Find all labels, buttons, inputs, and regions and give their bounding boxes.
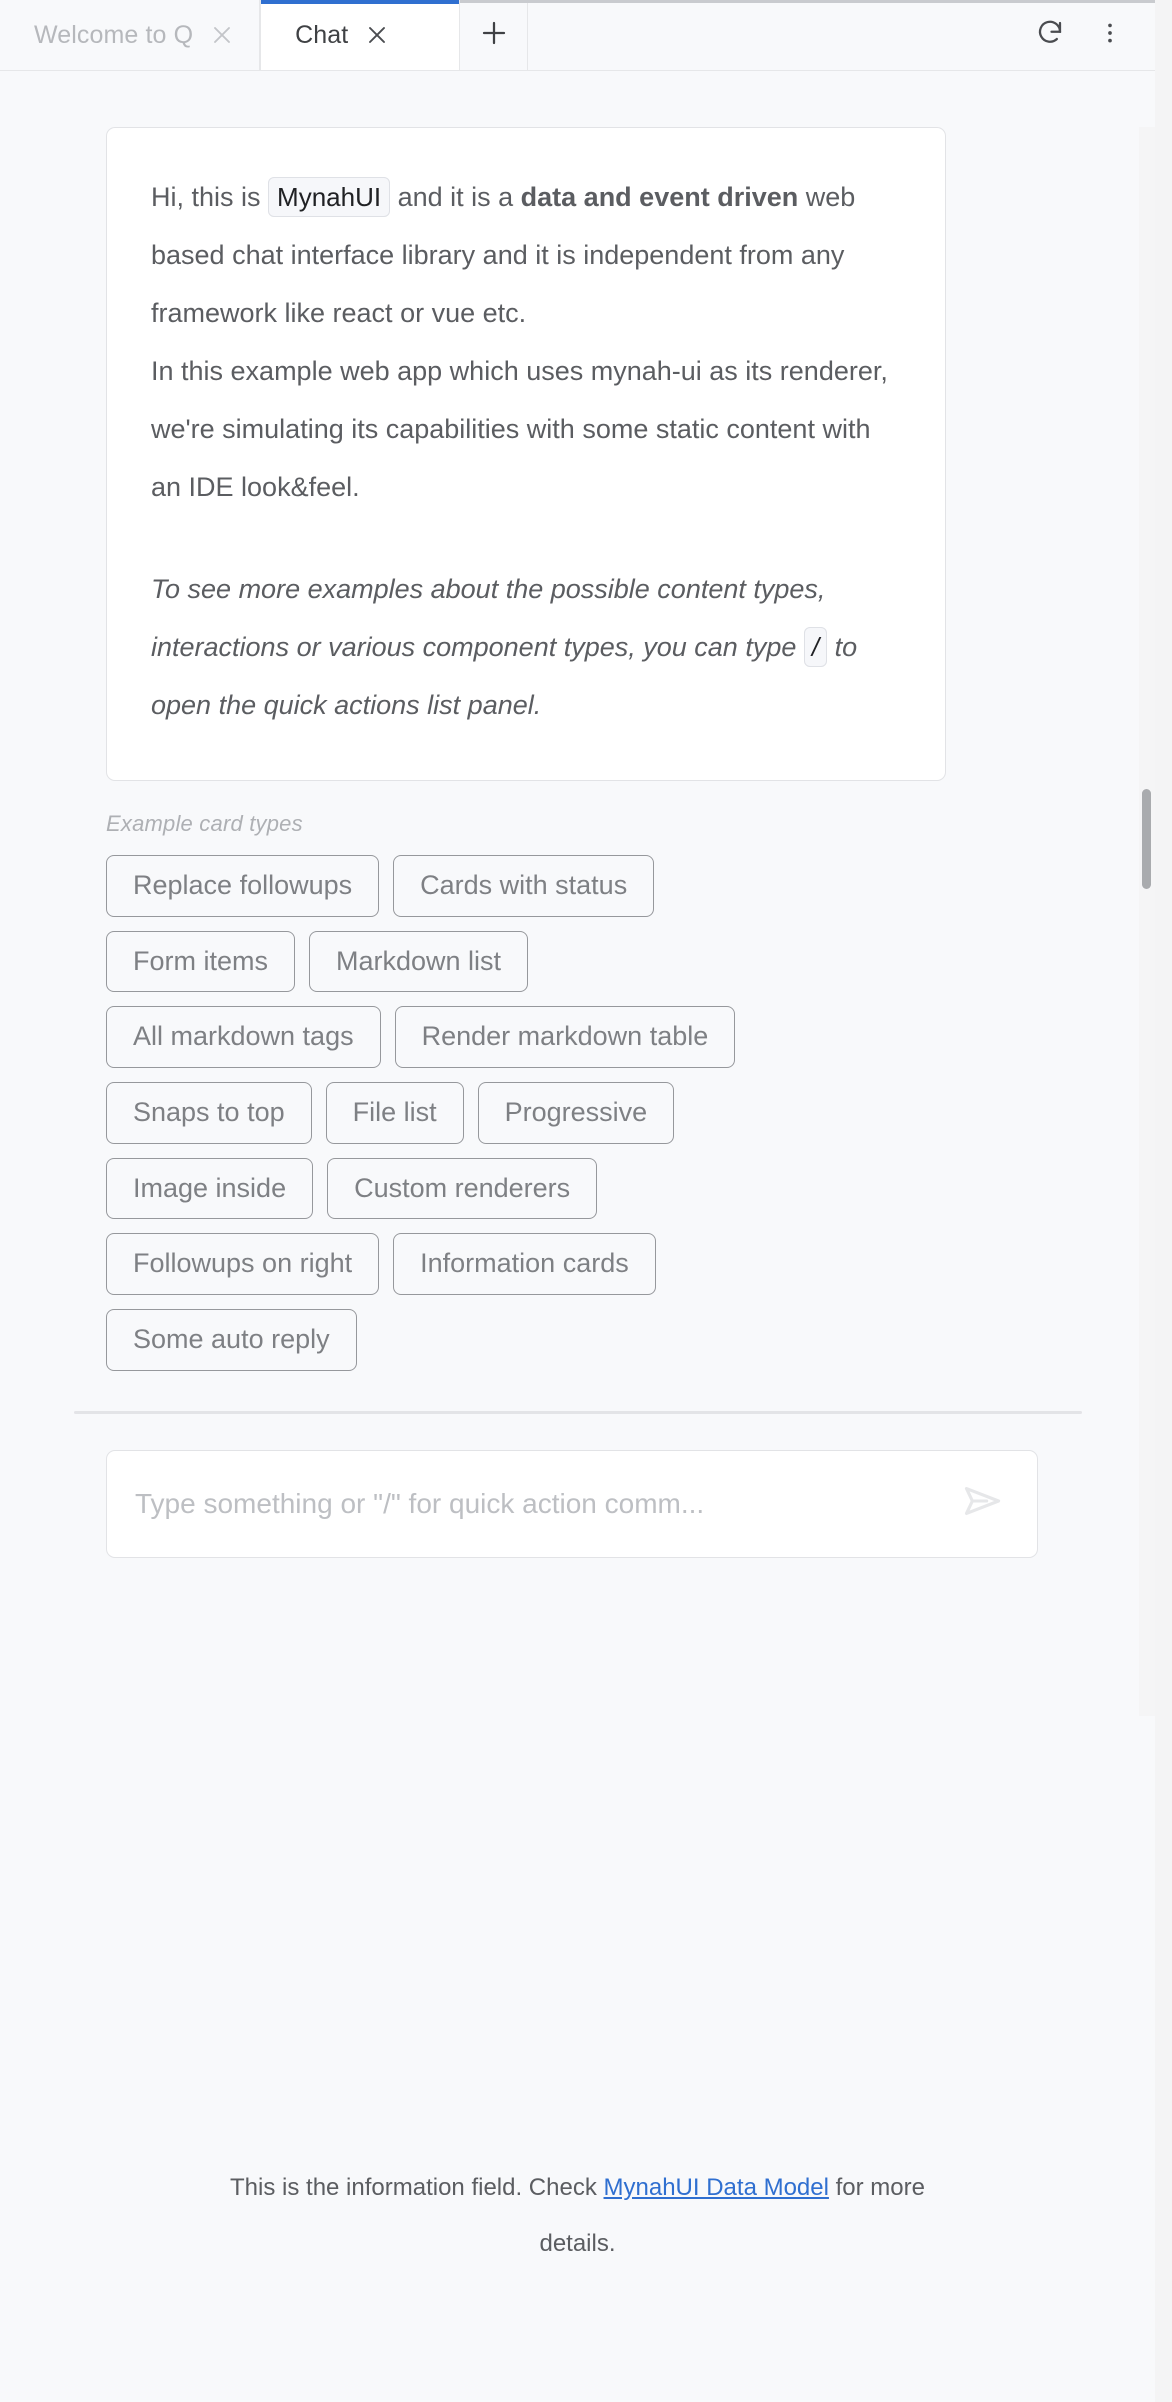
chat-panel: Welcome to Q Chat Hi, this is MynahUI an…: [0, 0, 1155, 2402]
tab-bar-actions: [1027, 0, 1155, 70]
followup-chip[interactable]: Markdown list: [309, 930, 529, 993]
followup-chip[interactable]: Information cards: [393, 1233, 656, 1296]
chat-scroll-area: Hi, this is MynahUI and it is a data and…: [0, 127, 1155, 1716]
send-button[interactable]: [953, 1474, 1013, 1534]
outer-gutter: [1155, 0, 1172, 2402]
card-paragraph-3: To see more examples about the possible …: [151, 560, 901, 734]
chat-content: Hi, this is MynahUI and it is a data and…: [0, 127, 1082, 1558]
footer-text: This is the information field. Check Myn…: [200, 2160, 955, 2272]
paragraph1-bold: data and event driven: [520, 182, 799, 212]
information-field: This is the information field. Check Myn…: [0, 2160, 1155, 2272]
new-tab-button[interactable]: [460, 0, 529, 70]
tab-welcome-to-q[interactable]: Welcome to Q: [0, 0, 261, 70]
followup-chip-list: Replace followups Cards with status Form…: [106, 855, 786, 1371]
prompt-divider: [74, 1410, 1082, 1414]
scrollbar-track[interactable]: [1139, 127, 1155, 1716]
followup-chip[interactable]: Progressive: [477, 1082, 675, 1144]
close-icon[interactable]: [207, 20, 237, 50]
more-vertical-icon: [1097, 20, 1123, 51]
tab-chat[interactable]: Chat: [260, 0, 461, 70]
chat-answer-card: Hi, this is MynahUI and it is a data and…: [106, 127, 946, 781]
prompt-input[interactable]: [135, 1487, 953, 1520]
send-icon: [961, 1479, 1005, 1528]
followup-chip[interactable]: Some auto reply: [106, 1309, 357, 1371]
followup-chip[interactable]: Custom renderers: [327, 1157, 598, 1220]
followups-title: Example card types: [106, 811, 303, 836]
paragraph1-pre: Hi, this is: [151, 182, 269, 212]
scrollbar-thumb[interactable]: [1142, 789, 1151, 889]
followup-chip[interactable]: Snaps to top: [106, 1082, 312, 1144]
prompt-area: [0, 1410, 1082, 1558]
paragraph1-mid: and it is a: [390, 182, 521, 212]
followup-chip[interactable]: Replace followups: [106, 855, 380, 917]
more-options-button[interactable]: [1087, 12, 1133, 58]
inline-code-slash: /: [803, 627, 828, 667]
followup-chip[interactable]: File list: [325, 1082, 464, 1144]
card-paragraph-2: In this example web app which uses mynah…: [151, 356, 888, 502]
followup-chip[interactable]: Render markdown table: [394, 1006, 736, 1069]
tab-label: Chat: [295, 20, 349, 49]
paragraph3-pre: To see more examples about the possible …: [151, 574, 826, 662]
card-paragraph-1: Hi, this is MynahUI and it is a data and…: [151, 168, 901, 342]
followups-section: Example card types Replace followups Car…: [106, 811, 1066, 1371]
close-icon[interactable]: [362, 20, 392, 50]
followup-chip[interactable]: Followups on right: [106, 1233, 380, 1296]
mynahui-data-model-link[interactable]: MynahUI Data Model: [604, 2174, 829, 2201]
followup-chip[interactable]: Cards with status: [393, 855, 655, 917]
followup-chip[interactable]: Image inside: [106, 1157, 314, 1220]
tab-label: Welcome to Q: [34, 20, 194, 49]
footer-pre: This is the information field. Check: [230, 2174, 604, 2201]
app-root: Welcome to Q Chat Hi, this is MynahUI an…: [0, 0, 1172, 2402]
refresh-button[interactable]: [1027, 12, 1073, 58]
tab-bar: Welcome to Q Chat: [0, 0, 1155, 71]
inline-code-mynahui: MynahUI: [268, 177, 391, 217]
prompt-input-container[interactable]: [106, 1449, 1038, 1558]
tab-bar-spacer: [528, 0, 1027, 70]
followup-chip[interactable]: All markdown tags: [106, 1006, 381, 1069]
followup-chip[interactable]: Form items: [106, 930, 295, 993]
refresh-icon: [1035, 18, 1065, 53]
plus-icon: [479, 18, 509, 53]
